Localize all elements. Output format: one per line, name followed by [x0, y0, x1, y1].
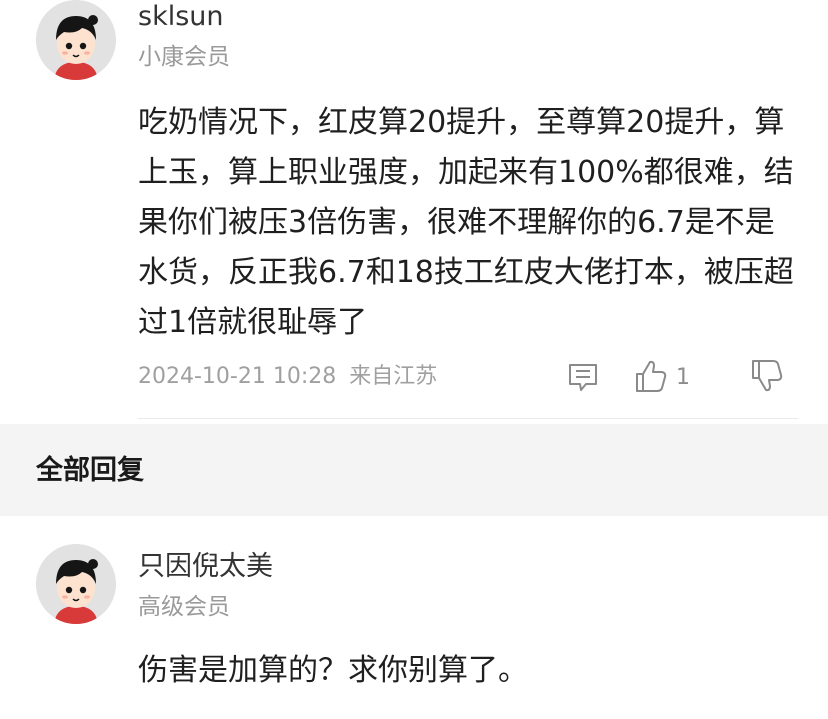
location: 来自江苏 [349, 364, 438, 389]
reply-button[interactable] [566, 360, 600, 394]
default-avatar-icon [36, 0, 116, 80]
comment-icon [569, 364, 597, 391]
avatar[interactable] [36, 544, 116, 624]
avatar[interactable] [36, 0, 116, 80]
thumbs-down-icon [752, 360, 783, 392]
member-level: 小康会员 [138, 44, 230, 70]
thumbs-up-icon [636, 360, 667, 392]
default-avatar-icon [36, 544, 116, 624]
dislike-button[interactable] [750, 358, 784, 394]
like-button[interactable] [634, 358, 668, 394]
like-count: 1 [676, 365, 690, 390]
member-level: 高级会员 [138, 594, 230, 620]
reply-content: 伤害是加算的？求你别算了。 [138, 653, 528, 688]
timestamp: 2024-10-21 10:28 [138, 364, 337, 389]
username[interactable]: sklsun [138, 0, 224, 34]
section-title: 全部回复 [36, 455, 144, 486]
comment-content: 吃奶情况下，红皮算20提升，至尊算20提升，算上玉，算上职业强度，加起来有100… [138, 105, 794, 340]
comment-meta: 2024-10-21 10:28 来自江苏 [138, 362, 437, 392]
username[interactable]: 只因倪太美 [138, 550, 273, 584]
all-replies-header: 全部回复 [0, 424, 828, 516]
divider [138, 418, 798, 419]
